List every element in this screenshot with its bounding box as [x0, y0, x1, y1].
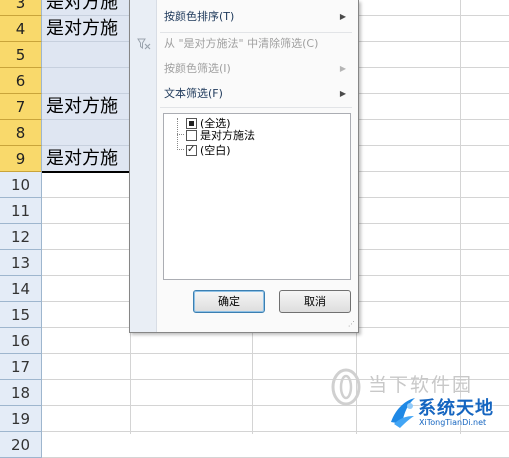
menu-item-text-filters[interactable]: 文本筛选(F) ▶	[164, 84, 350, 104]
menu-separator	[160, 32, 352, 33]
filter-values-list[interactable]: (全选) 是对方施法 (空白)	[163, 113, 351, 280]
menu-item-label: 文本筛选(F)	[164, 87, 223, 100]
submenu-arrow-icon: ▶	[339, 12, 346, 21]
row-header[interactable]: 18	[0, 380, 42, 406]
watermark-brand-url: XiTongTianDi.net	[419, 418, 487, 427]
menu-item-label: 从 "是对方施法" 中清除筛选(C)	[164, 37, 319, 50]
submenu-arrow-icon: ▶	[339, 89, 346, 98]
row-header[interactable]: 8	[0, 120, 42, 146]
row-header[interactable]: 4	[0, 16, 42, 42]
menu-separator	[160, 107, 352, 108]
row-header[interactable]: 3	[0, 0, 42, 16]
row-header[interactable]: 10	[0, 172, 42, 198]
row-header[interactable]: 11	[0, 198, 42, 224]
row-header[interactable]: 19	[0, 406, 42, 432]
row-header[interactable]: 9	[0, 146, 42, 172]
cell-column-a[interactable]	[42, 198, 130, 224]
watermark-bottom: 系统天地 XiTongTianDi.net	[388, 392, 509, 434]
filter-item-label: (空白)	[200, 144, 231, 157]
watermark-brand-icon	[391, 398, 415, 428]
row-header[interactable]: 5	[0, 42, 42, 68]
cell-column-a[interactable]: 是对方施	[42, 16, 130, 42]
row-header[interactable]: 13	[0, 250, 42, 276]
cell-column-a[interactable]	[42, 302, 130, 328]
cell-column-a[interactable]	[42, 172, 130, 198]
resize-grip-icon[interactable]: ⋰	[348, 321, 356, 330]
cell-column-a[interactable]	[42, 224, 130, 250]
row-header[interactable]: 15	[0, 302, 42, 328]
row-header[interactable]: 14	[0, 276, 42, 302]
row-header[interactable]: 7	[0, 94, 42, 120]
autofilter-popup: 按颜色排序(T) ▶ 从 "是对方施法" 中清除筛选(C) 按颜色筛选(I) ▶…	[129, 0, 359, 333]
cell-column-a[interactable]	[42, 432, 130, 458]
cancel-button[interactable]: 取消	[279, 290, 351, 313]
cell-column-a[interactable]	[42, 42, 130, 68]
watermark-logo-icon	[331, 368, 361, 406]
filter-item-label: 是对方施法	[200, 129, 255, 142]
tree-connector	[177, 149, 184, 150]
tree-connector	[177, 134, 184, 135]
checkbox-unchecked[interactable]	[186, 130, 197, 141]
row-header[interactable]: 17	[0, 354, 42, 380]
menu-item-filter-by-color[interactable]: 按颜色筛选(I) ▶	[164, 59, 350, 79]
row-header[interactable]: 12	[0, 224, 42, 250]
cell-column-a[interactable]: 是对方施	[42, 146, 130, 172]
cell-column-a[interactable]	[42, 406, 130, 432]
clear-filter-icon	[137, 38, 151, 50]
cell-column-a[interactable]	[42, 120, 130, 146]
cell-column-a[interactable]	[42, 380, 130, 406]
menu-item-sort-by-color[interactable]: 按颜色排序(T) ▶	[164, 7, 350, 27]
submenu-arrow-icon: ▶	[339, 64, 346, 73]
cell-column-a[interactable]	[42, 354, 130, 380]
checkbox-checked[interactable]	[186, 142, 197, 157]
menu-item-clear-filter[interactable]: 从 "是对方施法" 中清除筛选(C)	[164, 34, 350, 54]
checkbox-partial[interactable]	[186, 118, 197, 129]
menu-item-label: 按颜色筛选(I)	[164, 62, 231, 75]
menu-item-label: 按颜色排序(T)	[164, 10, 235, 23]
cell-column-a[interactable]: 是对方施	[42, 94, 130, 120]
ok-button[interactable]: 确定	[193, 290, 265, 313]
cell-column-a[interactable]	[42, 328, 130, 354]
cell-column-a[interactable]	[42, 276, 130, 302]
cell-column-a[interactable]: 是对方施	[42, 0, 130, 16]
watermark-brand-title: 系统天地	[418, 398, 494, 419]
row-header[interactable]: 20	[0, 432, 42, 458]
row-header[interactable]: 6	[0, 68, 42, 94]
cell-column-a[interactable]	[42, 68, 130, 94]
cell-column-a[interactable]	[42, 250, 130, 276]
gridline	[130, 353, 509, 354]
selection-border	[42, 171, 130, 173]
row-header[interactable]: 16	[0, 328, 42, 354]
